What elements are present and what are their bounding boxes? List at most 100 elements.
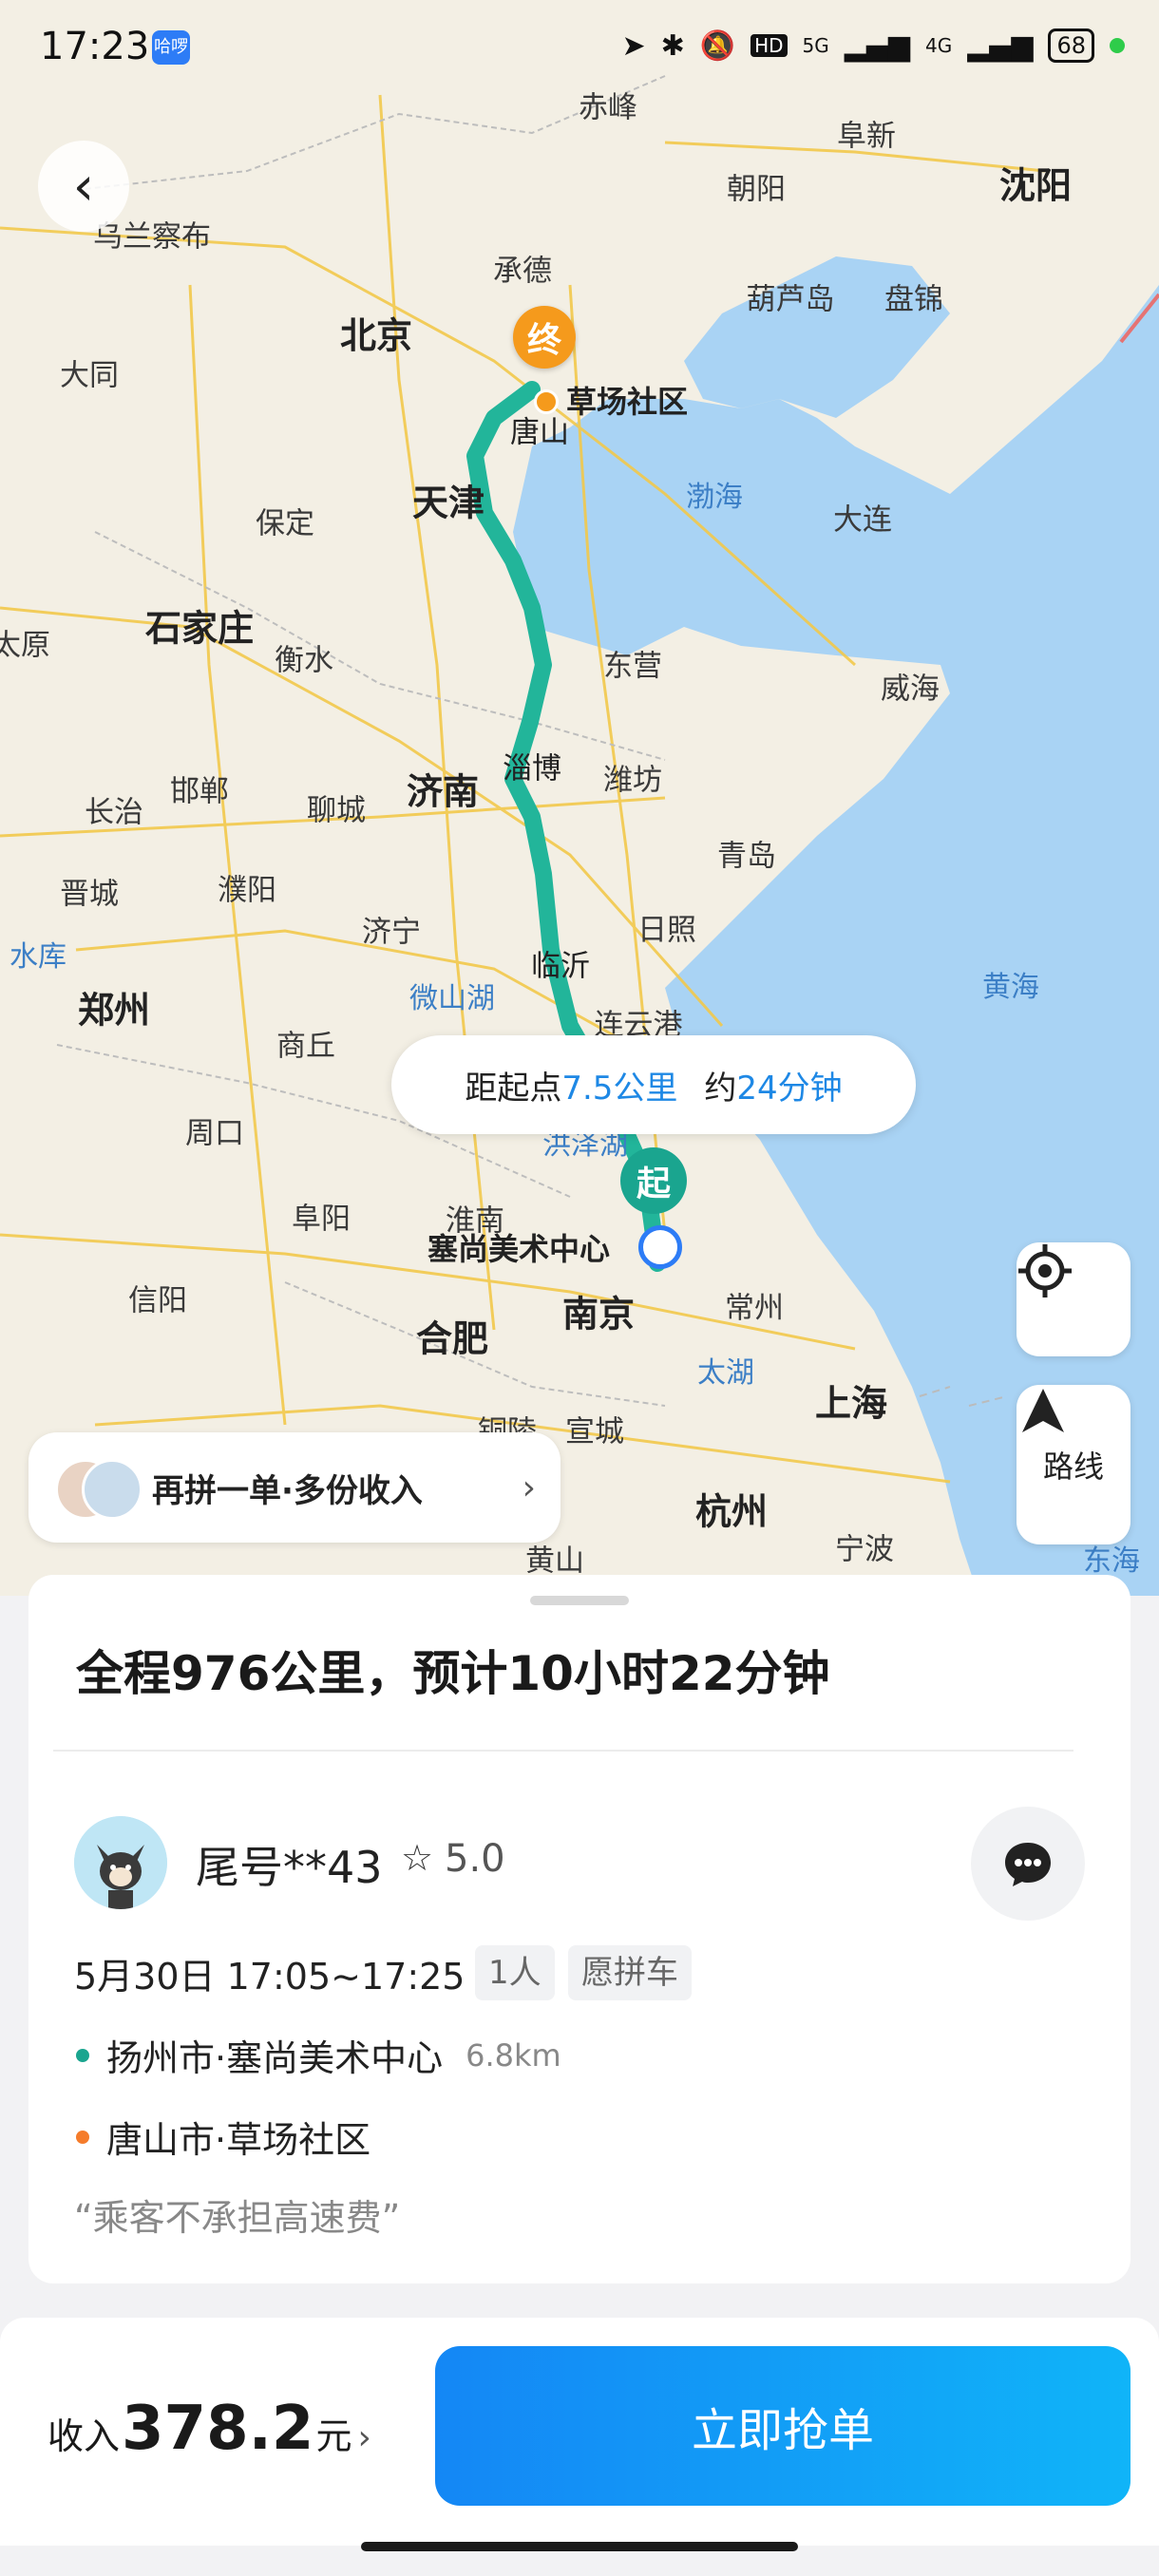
chevron-right-icon: › (357, 2418, 371, 2457)
city-label: 南京 (561, 1293, 636, 1335)
location-icon: ➤ (621, 28, 646, 63)
distance-prefix: 距起点 (465, 1069, 562, 1108)
city-label: 水库 (10, 940, 66, 974)
city-label: 黄海 (982, 971, 1039, 1004)
app-notification-icon: 哈啰 (152, 30, 190, 65)
chevron-right-icon: › (522, 1468, 536, 1507)
origin-map-label: 塞尚美术中心 (428, 1231, 611, 1267)
divider (53, 1750, 1074, 1752)
drag-handle[interactable] (530, 1596, 629, 1605)
city-label: 周口 (185, 1116, 244, 1151)
origin-address: 扬州市·塞尚美术中心 (106, 2037, 444, 2079)
city-label: 宣城 (565, 1414, 624, 1449)
privacy-dot-icon (1110, 38, 1125, 53)
city-label: 宁波 (835, 1532, 894, 1567)
city-label: 商丘 (276, 1029, 335, 1064)
city-label: 黄山 (525, 1544, 584, 1579)
city-label: 沈阳 (998, 164, 1073, 207)
seats-tag: 1人 (475, 1945, 555, 2000)
city-label: 太湖 (697, 1356, 754, 1390)
city-label: 威海 (881, 672, 940, 707)
city-label: 北京 (339, 314, 413, 357)
distance-to-origin-bubble: 距起点 7.5公里 约 24分钟 (391, 1035, 916, 1134)
city-label: 衡水 (275, 643, 333, 678)
hd-icon: HD (750, 34, 788, 57)
avatar-icon (82, 1459, 142, 1520)
destination-row: 唐山市·草场社区 (76, 2111, 370, 2163)
city-label: 晋城 (60, 877, 119, 912)
distance-value: 7.5公里 (561, 1069, 678, 1108)
income-label: 收入 (48, 2415, 121, 2457)
city-label: 聊城 (307, 793, 366, 828)
signal-4g-icon: 4G (925, 34, 953, 57)
income-summary[interactable]: 收入 378.2 元 › (48, 2394, 371, 2464)
city-label: 渤海 (686, 481, 743, 514)
bluetooth-icon: ✱ (660, 28, 685, 63)
passenger-rating: 5.0 (445, 1837, 505, 1881)
city-label: 微山湖 (409, 982, 495, 1015)
duration-value: 24分钟 (736, 1069, 843, 1108)
city-label: 上海 (814, 1382, 888, 1425)
city-label: 葫芦岛 (746, 282, 835, 317)
origin-row: 扬州市·塞尚美术中心 6.8km (76, 2029, 561, 2081)
carpool-tag: 愿拼车 (568, 1945, 692, 2000)
city-label: 东营 (603, 649, 662, 684)
promo-text: 再拼一单·多份收入 (152, 1471, 423, 1510)
passenger-note: “乘客不承担高速费” (74, 2197, 401, 2239)
carpool-promo-banner[interactable]: 再拼一单·多份收入 › (28, 1432, 560, 1543)
city-label: 合肥 (415, 1317, 489, 1360)
city-label: 大同 (60, 358, 119, 393)
chevron-left-icon: ‹ (72, 155, 95, 218)
city-label: 郑州 (77, 989, 151, 1032)
origin-dot-icon (76, 2048, 89, 2062)
grab-order-button[interactable]: 立即抢单 (435, 2346, 1130, 2506)
chat-button[interactable] (971, 1807, 1085, 1921)
route-button[interactable]: 路线 (1016, 1385, 1130, 1544)
signal-bars-icon: ▂▄▆ (967, 28, 1034, 63)
city-label: 朝阳 (727, 172, 786, 207)
bottom-action-bar: 收入 378.2 元 › 立即抢单 (0, 2318, 1159, 2546)
crosshair-icon (1018, 1244, 1072, 1297)
city-label: 唐山 (510, 415, 569, 450)
status-icons: ➤ ✱ 🔕 HD 5G ▂▄▆ 4G ▂▄▆ 68 (621, 28, 1125, 63)
city-label: 阜阳 (292, 1202, 351, 1237)
city-label: 盘锦 (884, 282, 943, 317)
back-button[interactable]: ‹ (38, 141, 129, 232)
promo-avatars (55, 1459, 142, 1520)
city-label: 日照 (637, 913, 696, 948)
city-label: 邯郸 (170, 774, 229, 809)
home-indicator[interactable] (361, 2542, 798, 2551)
destination-dot-icon (76, 2130, 89, 2144)
map-view[interactable]: 赤峰 阜新 沈阳 乌兰察布 承德 朝阳 葫芦岛 盘锦 北京 大同 唐山 天津 保… (0, 0, 1159, 1596)
destination-address: 唐山市·草场社区 (106, 2119, 371, 2161)
navigation-arrow-icon (1022, 1389, 1064, 1432)
dog-avatar-icon (74, 1816, 167, 1909)
status-time: 17:23 (40, 25, 150, 68)
battery-icon: 68 (1048, 28, 1094, 63)
origin-marker[interactable]: 起 (620, 1147, 687, 1214)
city-label: 濮阳 (218, 873, 276, 908)
origin-distance: 6.8km (466, 2036, 561, 2074)
star-icon: ☆ (401, 1837, 434, 1879)
passenger-avatar[interactable] (74, 1816, 167, 1909)
destination-pin (534, 389, 559, 414)
duration-prefix: 约 (704, 1069, 737, 1108)
city-label: 长治 (85, 795, 143, 830)
city-label: 承德 (493, 254, 552, 289)
city-label: 天津 (411, 482, 485, 524)
trip-summary: 全程976公里，预计10小时22分钟 (76, 1646, 830, 1701)
signal-5g-icon: 5G (802, 34, 829, 57)
locate-button[interactable] (1016, 1242, 1130, 1356)
order-detail-card: 全程976公里，预计10小时22分钟 尾号**43 ☆ 5.0 5月30日 17… (28, 1575, 1130, 2283)
city-label: 临沂 (531, 949, 590, 984)
city-label: 太原 (0, 628, 50, 663)
current-location-dot (638, 1225, 682, 1269)
city-label: 阜新 (837, 119, 896, 154)
destination-marker[interactable]: 终 (513, 306, 576, 369)
city-label: 青岛 (717, 839, 776, 874)
signal-bars-icon: ▂▄▆ (844, 28, 910, 63)
city-label: 杭州 (694, 1490, 769, 1533)
city-label: 保定 (256, 506, 314, 541)
trip-time: 5月30日 17:05~17:25 (74, 1956, 466, 1998)
income-amount: 378.2 (122, 2394, 314, 2464)
